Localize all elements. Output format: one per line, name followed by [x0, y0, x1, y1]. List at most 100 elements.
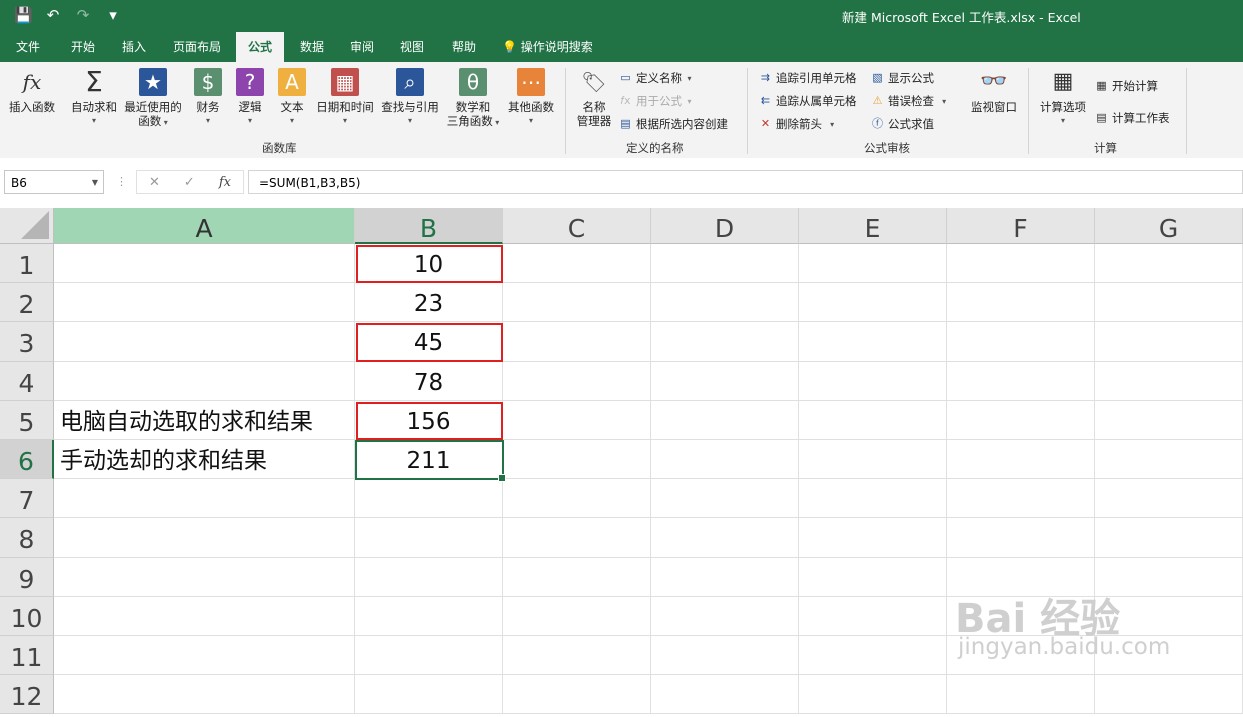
- cell-e8[interactable]: [799, 518, 947, 558]
- cell-g8[interactable]: [1095, 518, 1243, 558]
- cell-d11[interactable]: [651, 636, 799, 676]
- cell-e10[interactable]: [799, 596, 947, 636]
- cell-e11[interactable]: [799, 636, 947, 676]
- cell-b4[interactable]: 78: [355, 361, 503, 401]
- cell-a9[interactable]: [54, 557, 355, 597]
- column-header-f[interactable]: F: [947, 208, 1095, 244]
- tab-file[interactable]: 文件: [8, 32, 48, 62]
- row-header-5[interactable]: 5: [0, 400, 54, 440]
- watch-window-button[interactable]: 👓 监视窗口: [966, 68, 1022, 114]
- cell-g1[interactable]: [1095, 244, 1243, 284]
- tell-me-search[interactable]: 💡 操作说明搜索: [502, 32, 606, 62]
- row-header-7[interactable]: 7: [0, 479, 54, 519]
- row-header-1[interactable]: 1: [0, 244, 54, 284]
- cell-b11[interactable]: [355, 636, 503, 676]
- financial-button[interactable]: $ 财务 ▾: [188, 68, 228, 128]
- lookup-reference-button[interactable]: ⌕ 查找与引用 ▾: [378, 68, 442, 128]
- cell-c11[interactable]: [503, 636, 651, 676]
- row-header-10[interactable]: 10: [0, 596, 54, 636]
- tab-view[interactable]: 视图: [392, 32, 432, 62]
- cell-d5[interactable]: [651, 400, 799, 440]
- tab-data[interactable]: 数据: [292, 32, 332, 62]
- datetime-button[interactable]: ▦ 日期和时间 ▾: [314, 68, 376, 128]
- cell-c6[interactable]: [503, 440, 651, 480]
- cell-a10[interactable]: [54, 596, 355, 636]
- cell-g4[interactable]: [1095, 361, 1243, 401]
- cell-f2[interactable]: [947, 283, 1095, 323]
- insert-function-icon[interactable]: fx: [219, 175, 231, 190]
- cell-e3[interactable]: [799, 322, 947, 362]
- cell-d10[interactable]: [651, 596, 799, 636]
- cell-b7[interactable]: [355, 479, 503, 519]
- row-header-9[interactable]: 9: [0, 557, 54, 597]
- cell-b5[interactable]: 156: [355, 400, 503, 440]
- formula-input[interactable]: =SUM(B1,B3,B5): [248, 170, 1243, 194]
- column-header-b[interactable]: B: [355, 208, 503, 244]
- insert-function-button[interactable]: fx 插入函数: [6, 68, 58, 114]
- cell-a4[interactable]: [54, 361, 355, 401]
- cell-a7[interactable]: [54, 479, 355, 519]
- name-box[interactable]: B6 ▼: [4, 170, 104, 194]
- cell-c8[interactable]: [503, 518, 651, 558]
- undo-icon[interactable]: ↶: [44, 6, 62, 24]
- cell-f5[interactable]: [947, 400, 1095, 440]
- evaluate-formula-button[interactable]: ⓕ 公式求值: [870, 116, 934, 132]
- cell-a11[interactable]: [54, 636, 355, 676]
- cell-c12[interactable]: [503, 675, 651, 715]
- cell-g2[interactable]: [1095, 283, 1243, 323]
- cell-c7[interactable]: [503, 479, 651, 519]
- chevron-down-icon[interactable]: ▼: [92, 171, 98, 195]
- row-header-2[interactable]: 2: [0, 283, 54, 323]
- cell-c4[interactable]: [503, 361, 651, 401]
- cell-d9[interactable]: [651, 557, 799, 597]
- cell-b12[interactable]: [355, 675, 503, 715]
- define-name-button[interactable]: ▭ 定义名称 ▾: [618, 70, 691, 86]
- cell-d4[interactable]: [651, 361, 799, 401]
- cell-g12[interactable]: [1095, 675, 1243, 715]
- cell-a2[interactable]: [54, 283, 355, 323]
- column-header-d[interactable]: D: [651, 208, 799, 244]
- name-manager-button[interactable]: 🏷 名称 管理器: [572, 68, 616, 128]
- cell-f6[interactable]: [947, 440, 1095, 480]
- redo-icon[interactable]: ↷: [74, 6, 92, 24]
- cell-e2[interactable]: [799, 283, 947, 323]
- cell-b3[interactable]: 45: [355, 322, 503, 362]
- tab-page-layout[interactable]: 页面布局: [164, 32, 230, 62]
- cell-b2[interactable]: 23: [355, 283, 503, 323]
- cell-f7[interactable]: [947, 479, 1095, 519]
- math-trig-button[interactable]: θ 数学和 三角函数 ▾: [444, 68, 502, 130]
- cell-b10[interactable]: [355, 596, 503, 636]
- select-all-button[interactable]: [0, 208, 54, 244]
- trace-precedents-button[interactable]: ⇉ 追踪引用单元格: [758, 70, 857, 86]
- calculation-options-button[interactable]: ▦ 计算选项 ▾: [1036, 68, 1090, 128]
- column-header-g[interactable]: G: [1095, 208, 1243, 244]
- enter-check-icon[interactable]: ✓: [184, 175, 195, 190]
- row-header-6[interactable]: 6: [0, 440, 54, 480]
- cell-f1[interactable]: [947, 244, 1095, 284]
- resize-handle-icon[interactable]: ⋮: [116, 175, 127, 188]
- cancel-icon[interactable]: ✕: [149, 175, 160, 190]
- cell-d8[interactable]: [651, 518, 799, 558]
- cell-d3[interactable]: [651, 322, 799, 362]
- cell-e5[interactable]: [799, 400, 947, 440]
- cell-c2[interactable]: [503, 283, 651, 323]
- more-functions-button[interactable]: ⋯ 其他函数 ▾: [504, 68, 558, 128]
- cell-d2[interactable]: [651, 283, 799, 323]
- cell-c5[interactable]: [503, 400, 651, 440]
- cell-d7[interactable]: [651, 479, 799, 519]
- remove-arrows-button[interactable]: ✕ 删除箭头 ▾: [758, 116, 834, 132]
- column-header-c[interactable]: C: [503, 208, 651, 244]
- cell-a3[interactable]: [54, 322, 355, 362]
- cell-f4[interactable]: [947, 361, 1095, 401]
- trace-dependents-button[interactable]: ⇇ 追踪从属单元格: [758, 93, 857, 109]
- tab-help[interactable]: 帮助: [444, 32, 484, 62]
- cell-c10[interactable]: [503, 596, 651, 636]
- show-formulas-button[interactable]: ▧ 显示公式: [870, 70, 934, 86]
- cell-g6[interactable]: [1095, 440, 1243, 480]
- row-header-4[interactable]: 4: [0, 361, 54, 401]
- recently-used-button[interactable]: ★ 最近使用的 函数 ▾: [122, 68, 184, 130]
- cell-f3[interactable]: [947, 322, 1095, 362]
- cell-d12[interactable]: [651, 675, 799, 715]
- tab-formulas[interactable]: 公式: [236, 32, 284, 62]
- cell-f8[interactable]: [947, 518, 1095, 558]
